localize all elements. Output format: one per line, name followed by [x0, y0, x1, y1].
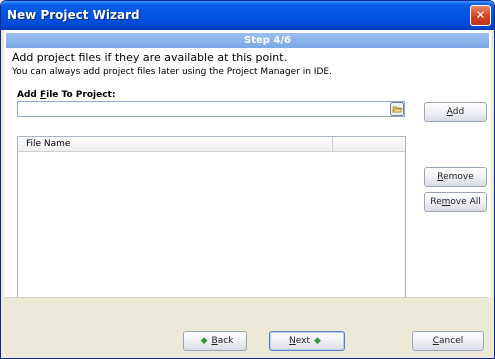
- window-title: New Project Wizard: [7, 8, 140, 22]
- remove-button-label: Remove: [437, 172, 474, 182]
- file-list-header: File Name: [18, 137, 405, 152]
- intro-subtext: You can always add project files later u…: [12, 67, 332, 77]
- remove-all-button-label: Remove All: [430, 197, 481, 207]
- add-file-label: Add File To Project:: [17, 90, 116, 100]
- add-button[interactable]: Add: [424, 102, 487, 122]
- next-arrow-icon: ◆: [314, 336, 321, 346]
- next-button-label: Next: [289, 336, 311, 346]
- cancel-button-label: Cancel: [432, 336, 464, 346]
- folder-open-icon[interactable]: [390, 102, 404, 116]
- back-button-label: Back: [211, 336, 234, 346]
- close-button[interactable]: ✕: [470, 5, 491, 26]
- step-label: Step 4/6: [244, 35, 291, 46]
- next-button[interactable]: Next ◆: [269, 331, 345, 351]
- back-button[interactable]: ◆ Back: [183, 331, 247, 351]
- remove-all-button[interactable]: Remove All: [424, 192, 487, 212]
- cancel-button[interactable]: Cancel: [412, 331, 484, 351]
- step-header: Step 4/6: [6, 33, 489, 48]
- wizard-window: New Project Wizard ✕ Step 4/6 Add projec…: [0, 0, 495, 359]
- intro-text: Add project files if they are available …: [12, 51, 288, 64]
- column-header-file-name[interactable]: File Name: [18, 137, 333, 151]
- close-icon: ✕: [475, 8, 486, 22]
- remove-button[interactable]: Remove: [424, 167, 487, 187]
- back-arrow-icon: ◆: [200, 336, 208, 346]
- add-file-input[interactable]: [17, 101, 405, 117]
- add-button-label: Add: [446, 107, 465, 117]
- title-bar[interactable]: New Project Wizard ✕: [1, 1, 494, 30]
